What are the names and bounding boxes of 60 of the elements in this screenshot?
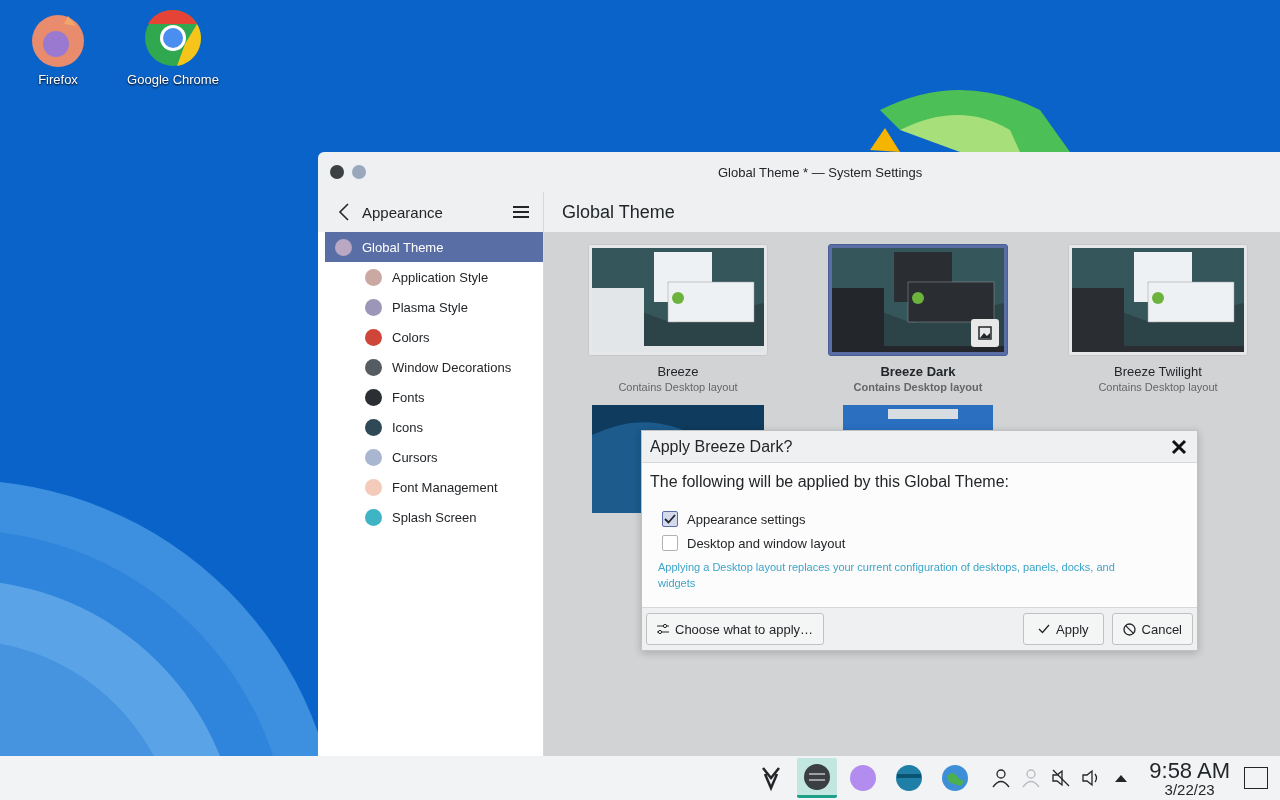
- desktop-icon-label[interactable]: Google Chrome: [127, 72, 219, 87]
- clock-date[interactable]: 3/22/23: [1164, 781, 1215, 797]
- category-icon: [365, 478, 382, 496]
- theme-name: Breeze Dark: [880, 364, 956, 379]
- category-icon: [365, 418, 382, 436]
- category-icon: [365, 448, 382, 466]
- theme-subtitle: Contains Desktop layout: [618, 381, 738, 393]
- user-icon[interactable]: [991, 768, 1012, 788]
- menu-icon[interactable]: [513, 205, 529, 219]
- sidebar-item[interactable]: Splash Screen: [325, 502, 543, 532]
- sidebar-item[interactable]: Application Style: [325, 262, 543, 292]
- theme-name: Breeze: [657, 364, 699, 379]
- cancel-icon: [1122, 622, 1136, 636]
- show-desktop-button[interactable]: [1244, 767, 1268, 789]
- option-label: Appearance settings: [687, 511, 806, 527]
- task-button[interactable]: [797, 758, 838, 798]
- clock-time[interactable]: 9:58 AM: [1149, 759, 1230, 782]
- desktop-icon-label[interactable]: Firefox: [38, 72, 78, 87]
- checkbox[interactable]: [662, 535, 678, 551]
- sidebar-item[interactable]: Plasma Style: [325, 292, 543, 322]
- close-icon[interactable]: [1171, 438, 1187, 455]
- cancel-button[interactable]: Cancel: [1111, 613, 1193, 645]
- apply-button[interactable]: Apply: [1023, 613, 1104, 645]
- sidebar-item[interactable]: Fonts: [325, 382, 543, 412]
- image-icon[interactable]: [971, 319, 999, 347]
- theme-icon: [335, 238, 352, 256]
- option-label: Desktop and window layout: [687, 535, 846, 551]
- sidebar-item[interactable]: Global Theme: [325, 232, 543, 262]
- sidebar-item[interactable]: Font Management: [325, 472, 543, 502]
- mute-icon[interactable]: [1051, 768, 1072, 788]
- category-icon: [365, 298, 382, 316]
- checkmark-icon: [1038, 624, 1050, 634]
- back-icon[interactable]: [338, 203, 350, 221]
- sidebar-title: Appearance: [362, 203, 444, 221]
- window-title: Global Theme * — System Settings: [718, 164, 923, 180]
- window-menu-icon[interactable]: [330, 165, 344, 179]
- category-icon: [365, 328, 382, 346]
- dialog-note: Applying a Desktop layout replaces your current configuration of desktops, panels, docks, and widgets: [657, 560, 1116, 591]
- checkbox[interactable]: [662, 511, 678, 527]
- app-icon: [849, 764, 878, 792]
- dialog-title: Apply Breeze Dark?: [650, 437, 793, 456]
- page-title: Global Theme: [562, 201, 675, 223]
- category-icon: [365, 508, 382, 526]
- theme-subtitle: Contains Desktop layout: [1098, 381, 1218, 393]
- sliders-icon: [657, 623, 669, 635]
- app-icon: [941, 764, 970, 792]
- dialog-heading: The following will be applied by this Global Theme:: [650, 473, 1010, 491]
- sidebar-item[interactable]: Colors: [325, 322, 543, 352]
- theme-subtitle: Contains Desktop layout: [853, 381, 983, 393]
- category-icon: [365, 358, 382, 376]
- sidebar-item[interactable]: Icons: [325, 412, 543, 442]
- sidebar-item[interactable]: Window Decorations: [325, 352, 543, 382]
- category-icon: [365, 268, 382, 286]
- app-icon: [895, 764, 924, 792]
- category-icon: [365, 388, 382, 406]
- choose-button[interactable]: Choose what to apply…: [646, 613, 825, 645]
- sidebar-item[interactable]: Cursors: [325, 442, 543, 472]
- chrome-icon[interactable]: [143, 8, 203, 68]
- theme-name: Breeze Twilight: [1114, 364, 1202, 379]
- app-icon: [803, 762, 832, 791]
